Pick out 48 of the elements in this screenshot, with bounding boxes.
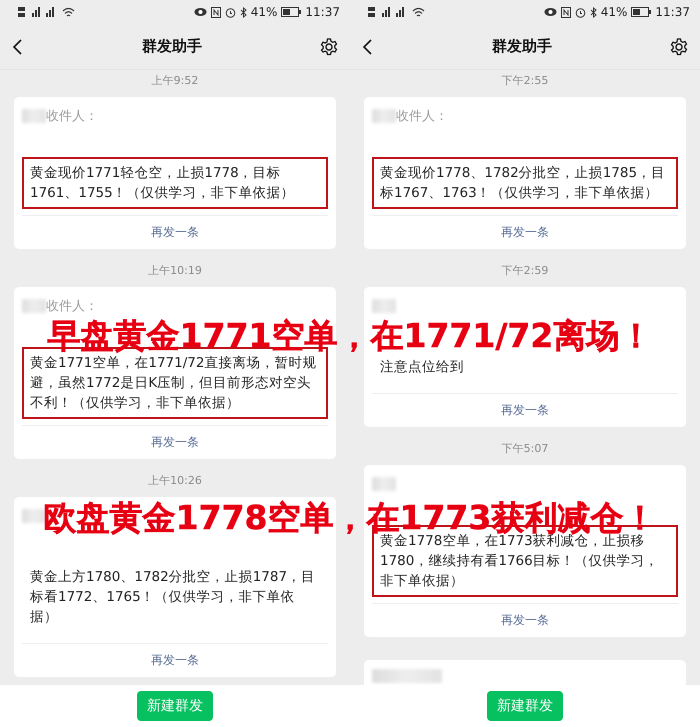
clock-time: 11:37 [655, 5, 690, 19]
battery-icon [631, 7, 652, 17]
blurred-name [372, 477, 396, 491]
eye-icon [194, 7, 207, 17]
blurred-name [372, 109, 396, 123]
blurred-name [22, 109, 46, 123]
battery-percent: 41% [600, 5, 628, 19]
message-time: 上午10:26 [148, 474, 202, 488]
alarm-icon [574, 6, 586, 18]
resend-link[interactable]: 再发一条 [151, 216, 199, 249]
message-time: 上午9:52 [152, 74, 198, 88]
message-text: 注意点位给到 [379, 358, 465, 377]
message-text: 黄金上方1780、1782分批空，止损1787，目标看1772、1765！（仅供学习，非下单依据） [29, 568, 316, 627]
wifi-icon [412, 6, 425, 18]
bluetooth-icon [590, 6, 597, 18]
resend-link[interactable]: 再发一条 [501, 394, 549, 427]
blurred-name [372, 299, 396, 313]
screen-title: 群发助手 [140, 37, 203, 56]
alarm-icon [224, 6, 236, 18]
nfc-icon [210, 6, 221, 18]
blurred-name [372, 669, 442, 683]
back-icon[interactable] [362, 38, 374, 56]
wifi-icon [62, 6, 75, 18]
resend-link[interactable]: 再发一条 [501, 604, 549, 637]
screen-title: 群发助手 [490, 37, 553, 56]
settings-icon[interactable] [320, 38, 338, 56]
nfc-icon [560, 6, 571, 18]
recipient-label: 收件人： [46, 298, 98, 315]
recipient-label: 收件人： [396, 108, 448, 125]
blurred-name [22, 299, 46, 313]
blurred-name [22, 509, 46, 523]
message-time: 上午10:19 [148, 264, 202, 278]
recipient-label: 收件人： [46, 108, 98, 125]
bluetooth-icon [240, 6, 247, 18]
message-text: 黄金现价1778、1782分批空，止损1785，目标1767、1763！（仅供学习，非下单依据） [372, 157, 678, 209]
eye-icon [544, 7, 557, 17]
message-time: 下午2:55 [502, 74, 548, 88]
resend-link[interactable]: 再发一条 [151, 426, 199, 459]
settings-icon[interactable] [670, 38, 688, 56]
message-time: 下午2:59 [502, 264, 548, 278]
resend-link[interactable]: 再发一条 [151, 644, 199, 677]
clock-time: 11:37 [305, 5, 340, 19]
battery-icon [281, 7, 302, 17]
battery-percent: 41% [250, 5, 278, 19]
resend-link[interactable]: 再发一条 [501, 216, 549, 249]
message-text: 黄金现价1771轻仓空，止损1778，目标1761、1755！（仅供学习，非下单依据） [22, 157, 328, 209]
message-time: 下午5:07 [502, 442, 548, 456]
back-icon[interactable] [12, 38, 24, 56]
